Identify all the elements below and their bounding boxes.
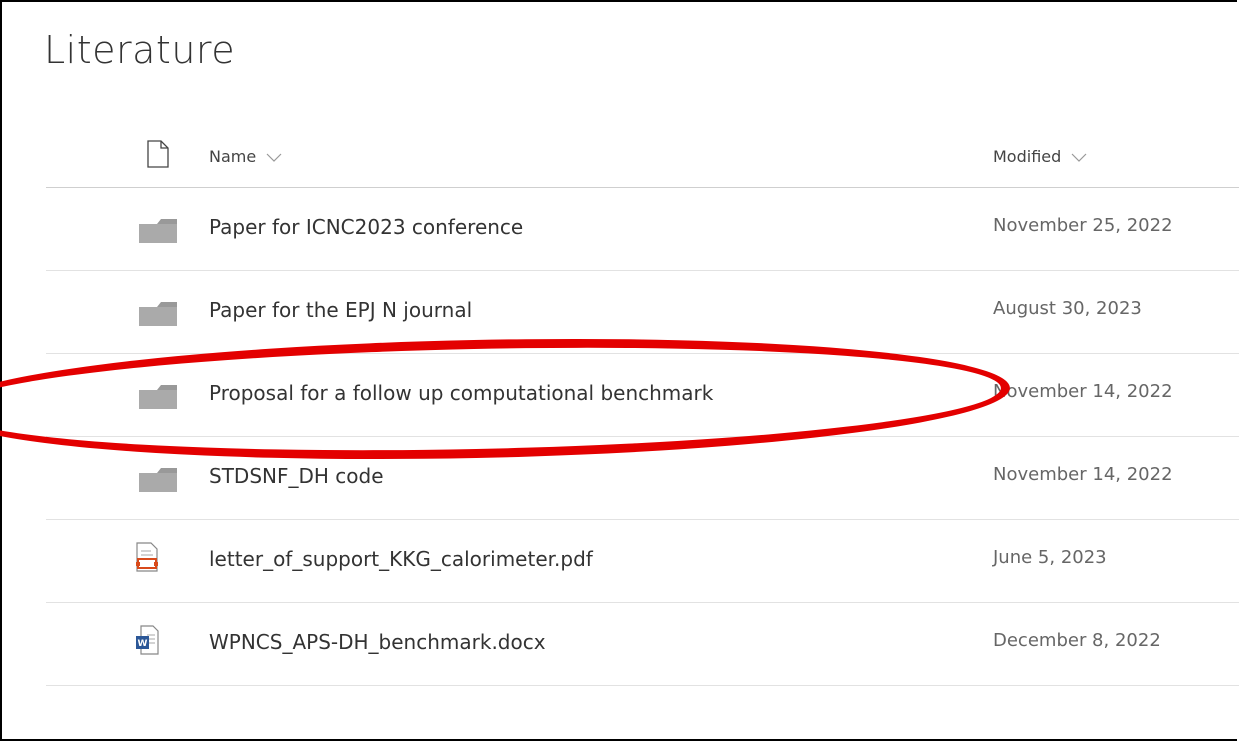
modified-date: November 14, 2022 (993, 464, 1173, 485)
folder-icon (137, 465, 179, 495)
file-row[interactable]: Paper for ICNC2023 conference November 2… (46, 188, 1239, 271)
folder-icon (137, 299, 179, 329)
svg-text:W: W (138, 639, 148, 649)
modified-date: November 14, 2022 (993, 381, 1173, 402)
column-header-name-label: Name (209, 147, 257, 166)
file-name-link[interactable]: Paper for ICNC2023 conference (209, 215, 523, 239)
file-name-link[interactable]: letter_of_support_KKG_calorimeter.pdf (209, 547, 593, 571)
column-header-modified[interactable]: Modified (993, 147, 1087, 166)
list-header: Name Modified (46, 130, 1239, 188)
file-type-icon (147, 140, 169, 172)
folder-icon (137, 382, 179, 412)
folder-icon (137, 216, 179, 246)
file-name-link[interactable]: STDSNF_DH code (209, 464, 384, 488)
pdf-file-icon (135, 542, 177, 572)
file-name-link[interactable]: Paper for the EPJ N journal (209, 298, 472, 322)
file-row[interactable]: STDSNF_DH code November 14, 2022 (46, 437, 1239, 520)
file-row[interactable]: Proposal for a follow up computational b… (46, 354, 1239, 437)
modified-date: November 25, 2022 (993, 215, 1173, 236)
file-row[interactable]: Paper for the EPJ N journal August 30, 2… (46, 271, 1239, 354)
modified-date: August 30, 2023 (993, 298, 1142, 319)
file-name-link[interactable]: Proposal for a follow up computational b… (209, 381, 713, 405)
chevron-down-icon (266, 153, 282, 162)
chevron-down-icon (1071, 153, 1087, 162)
file-row[interactable]: W WPNCS_APS-DH_benchmark.docx December 8… (46, 603, 1239, 686)
modified-date: June 5, 2023 (993, 547, 1107, 568)
column-header-modified-label: Modified (993, 147, 1062, 166)
file-name-link[interactable]: WPNCS_APS-DH_benchmark.docx (209, 630, 546, 654)
column-header-name[interactable]: Name (209, 147, 282, 166)
word-file-icon: W (135, 625, 177, 655)
file-row[interactable]: letter_of_support_KKG_calorimeter.pdf Ju… (46, 520, 1239, 603)
page-title: Literature (44, 28, 236, 72)
modified-date: December 8, 2022 (993, 630, 1161, 651)
